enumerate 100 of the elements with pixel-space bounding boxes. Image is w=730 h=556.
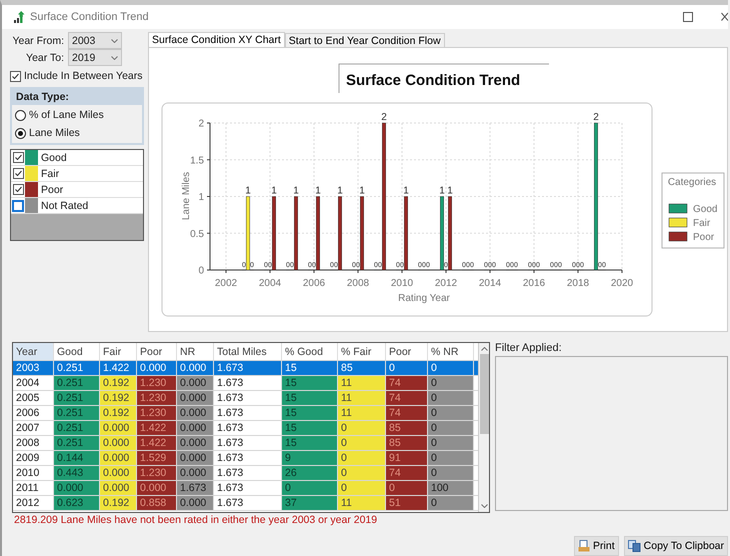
table-cell: 85 <box>338 361 386 375</box>
table-cell: 37 <box>282 496 338 510</box>
category-label[interactable]: Fair <box>38 166 60 181</box>
year-from-label: Year From: <box>11 34 64 46</box>
x-tick-label: 2010 <box>390 278 414 289</box>
table-cell: 0.000 <box>177 496 214 510</box>
table-row[interactable]: 2005 0.251 0.192 1.230 0.000 1.673 15 11 74 0 <box>13 391 478 406</box>
table-cell: 0 <box>338 421 386 435</box>
category-label[interactable]: Poor <box>38 182 64 197</box>
legend-swatch <box>668 218 688 228</box>
column-header[interactable]: NR <box>177 343 214 360</box>
column-header[interactable]: Poor <box>386 343 428 360</box>
year-from-dropdown[interactable]: 2003 <box>68 32 122 49</box>
data-label: 1 <box>359 186 365 196</box>
column-header[interactable]: Good <box>54 343 100 360</box>
close-icon[interactable] <box>721 12 728 22</box>
table-row[interactable]: 2009 0.144 0.000 1.529 0.000 1.673 9 0 91 0 <box>13 451 478 466</box>
table-row[interactable]: 2004 0.251 0.192 1.230 0.000 1.673 15 11 74 0 <box>13 376 478 391</box>
table-cell: 74 <box>386 376 428 390</box>
x-tick-label: 2004 <box>258 278 282 289</box>
table-cell: 0.000 <box>137 481 177 495</box>
table-cell: 85 <box>386 421 428 435</box>
scrollbar[interactable] <box>478 343 489 512</box>
table-cell: 1.422 <box>137 421 177 435</box>
table-cell: 1.673 <box>177 481 214 495</box>
tab[interactable]: Start to End Year Condition Flow <box>284 33 445 47</box>
table-cell: 74 <box>386 391 428 405</box>
table-row[interactable]: 2008 0.251 0.000 1.422 0.000 1.673 15 0 85 0 <box>13 436 478 451</box>
tab[interactable]: Surface Condition XY Chart <box>148 32 285 47</box>
checkbox[interactable] <box>10 70 21 82</box>
radio-button[interactable] <box>15 110 26 120</box>
chart-title: Surface Condition Trend <box>346 72 520 89</box>
table-cell: 0.192 <box>100 391 137 405</box>
table-cell: 15 <box>282 436 338 450</box>
table-cell: 1.422 <box>137 436 177 450</box>
column-header[interactable]: Total Miles <box>214 343 282 360</box>
table-row[interactable]: 2011 0.000 0.000 0.000 1.673 1.673 0 0 0 100 <box>13 481 478 496</box>
table-cell: 100 <box>428 481 474 495</box>
table-row[interactable]: 2010 0.443 0.000 1.230 0.000 1.673 26 0 74 0 <box>13 466 478 481</box>
x-tick-label: 2020 <box>610 278 634 289</box>
year-to-dropdown[interactable]: 2019 <box>68 49 122 66</box>
table-cell: 0.251 <box>54 421 100 435</box>
radio-label: % of Lane Miles <box>29 109 104 121</box>
x-tick-label: 2014 <box>478 278 502 289</box>
maximize-icon[interactable] <box>683 12 693 22</box>
x-axis-label: Rating Year <box>398 293 450 304</box>
table-row[interactable]: 2006 0.251 0.192 1.230 0.000 1.673 15 11 74 0 <box>13 406 478 421</box>
table-cell: 15 <box>282 361 338 375</box>
table-cell: 1.230 <box>137 391 177 405</box>
table-cell: 1.230 <box>137 466 177 480</box>
table-cell: 0.000 <box>100 421 137 435</box>
table-cell: 0.192 <box>100 406 137 420</box>
table-cell: 15 <box>282 406 338 420</box>
year-to-label: Year To: <box>25 52 64 64</box>
column-header[interactable]: % Good <box>282 343 338 360</box>
table-cell: 0.000 <box>177 466 214 480</box>
table-cell: 0.000 <box>177 406 214 420</box>
column-header[interactable]: Poor <box>137 343 177 360</box>
data-label: 1 <box>439 186 445 196</box>
table-cell: 0 <box>338 451 386 465</box>
radio-button[interactable] <box>15 128 26 138</box>
table-cell: 0 <box>428 406 474 420</box>
checkbox[interactable] <box>12 200 24 212</box>
checkbox[interactable] <box>12 168 24 179</box>
column-header[interactable]: % NR <box>428 343 474 360</box>
table-cell: 1.673 <box>214 361 282 375</box>
table-cell: 0.192 <box>100 376 137 390</box>
table-row[interactable]: 2003 0.251 1.422 0.000 0.000 1.673 15 85 0 0 <box>13 361 478 376</box>
y-tick-label: 0.5 <box>190 228 204 240</box>
data-label: 1 <box>293 186 299 196</box>
data-label: 2 <box>381 112 387 123</box>
window-title: Surface Condition Trend <box>30 11 149 23</box>
table-cell: 0.623 <box>54 496 100 510</box>
table-cell: 0.251 <box>54 406 100 420</box>
copy-button[interactable]: Copy To Clipboar <box>624 536 728 556</box>
legend-swatch <box>668 204 688 214</box>
data-label: 1 <box>403 186 409 196</box>
checkbox[interactable] <box>12 184 24 195</box>
table-row[interactable]: 2007 0.251 0.000 1.422 0.000 1.673 15 0 85 0 <box>13 421 478 436</box>
print-button[interactable]: Print <box>574 536 619 556</box>
chevron-up-icon[interactable] <box>480 347 488 351</box>
column-header[interactable]: Fair <box>100 343 137 360</box>
table-cell: 1.529 <box>137 451 177 465</box>
chevron-down-icon[interactable] <box>480 504 488 508</box>
radio-label: Lane Miles <box>29 127 80 139</box>
column-header[interactable]: Year <box>13 343 54 360</box>
table-cell: 0 <box>428 391 474 405</box>
bar-chart-icon <box>14 11 26 23</box>
table-cell: 15 <box>282 376 338 390</box>
table-cell: 51 <box>386 496 428 510</box>
table-cell: 0 <box>282 481 338 495</box>
table-cell: 15 <box>282 391 338 405</box>
document-icon <box>578 540 590 552</box>
column-header[interactable]: % Fair <box>338 343 386 360</box>
table-cell: 74 <box>386 466 428 480</box>
table-cell: 0.000 <box>177 376 214 390</box>
data-label: 1 <box>245 186 251 196</box>
checkbox[interactable] <box>12 152 24 163</box>
table-row[interactable]: 2012 0.623 0.192 0.858 0.000 1.673 37 11 51 0 <box>13 496 478 511</box>
legend-label: Poor <box>693 232 714 243</box>
